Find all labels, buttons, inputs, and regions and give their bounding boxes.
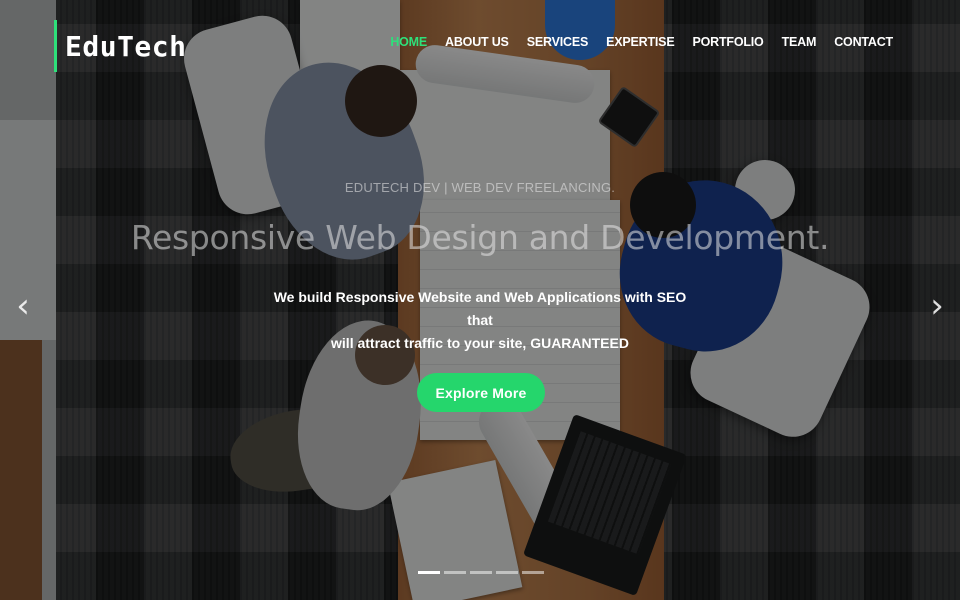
- hero-guaranteed: GUARANTEED: [530, 335, 629, 351]
- hero-description-line-1: We build Responsive Website and Web Appl…: [273, 289, 687, 328]
- carousel-indicator-1[interactable]: [418, 571, 440, 574]
- carousel-indicator-5[interactable]: [522, 571, 544, 574]
- carousel-indicator-2[interactable]: [444, 571, 466, 574]
- hero-kicker: EDUTECH DEV | WEB DEV FREELANCING.: [344, 180, 616, 195]
- explore-more-button[interactable]: Explore More: [417, 373, 545, 412]
- hero-description: We build Responsive Website and Web Appl…: [260, 286, 700, 355]
- carousel-indicator-3[interactable]: [470, 571, 492, 574]
- carousel-indicator-4[interactable]: [496, 571, 518, 574]
- chevron-right-icon[interactable]: ›: [922, 286, 952, 326]
- hero-headline: Responsive Web Design and Development.: [130, 218, 830, 257]
- hero-section: EDUTECH DEV | WEB DEV FREELANCING. Respo…: [0, 0, 960, 600]
- chevron-left-icon[interactable]: ‹: [8, 286, 38, 326]
- hero-description-line-2: will attract traffic to your site,: [331, 335, 531, 351]
- carousel-indicators: [418, 571, 544, 574]
